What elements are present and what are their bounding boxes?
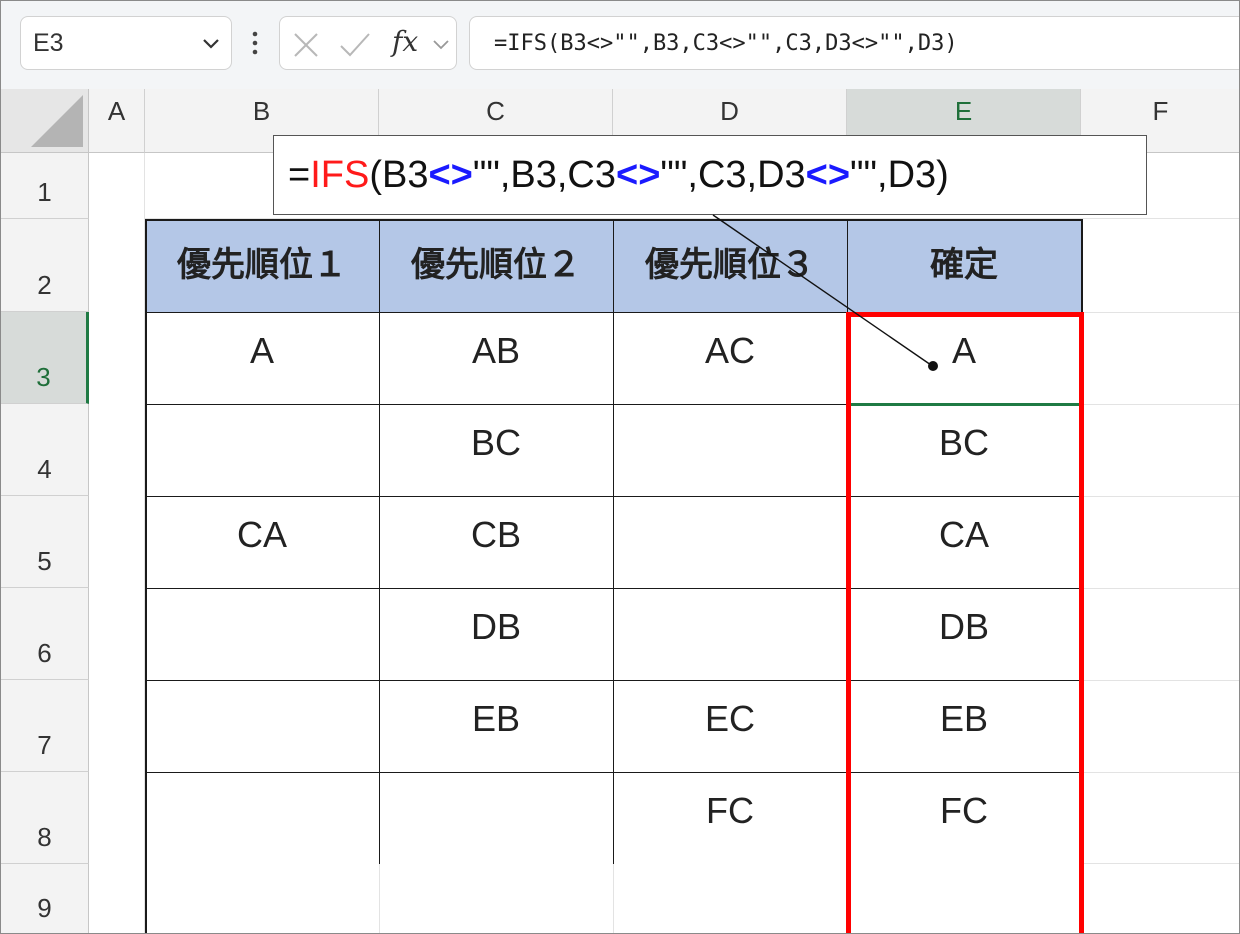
formula-text: =IFS(B3<>"",B3,C3<>"",C3,D3<>"",D3)	[494, 31, 958, 56]
chevron-down-icon[interactable]	[432, 37, 450, 53]
callout-pointer-dot	[928, 361, 938, 371]
name-box[interactable]: E3	[20, 16, 232, 70]
spreadsheet-window: E3 fx =IFS(B3<>"",B3,C3<>"",C3,D3<>"",D3…	[0, 0, 1240, 934]
cancel-icon[interactable]	[292, 31, 320, 59]
more-options-icon[interactable]	[252, 31, 258, 55]
callout-pointer-line	[712, 214, 932, 366]
chevron-down-icon[interactable]	[201, 35, 221, 53]
formula-bar: E3 fx =IFS(B3<>"",B3,C3<>"",C3,D3<>"",D3…	[1, 1, 1239, 89]
confirm-icon[interactable]	[338, 31, 372, 59]
worksheet-grid: A B C D E F 1 2 3 4 5 6 7 8 9 優先順位１ 優先順位…	[1, 89, 1239, 933]
callout-pointer	[712, 214, 938, 371]
formula-controls: fx	[279, 16, 457, 70]
insert-function-icon[interactable]: fx	[392, 25, 418, 58]
formula-input[interactable]: =IFS(B3<>"",B3,C3<>"",C3,D3<>"",D3)	[469, 16, 1239, 70]
name-box-value: E3	[33, 29, 64, 57]
